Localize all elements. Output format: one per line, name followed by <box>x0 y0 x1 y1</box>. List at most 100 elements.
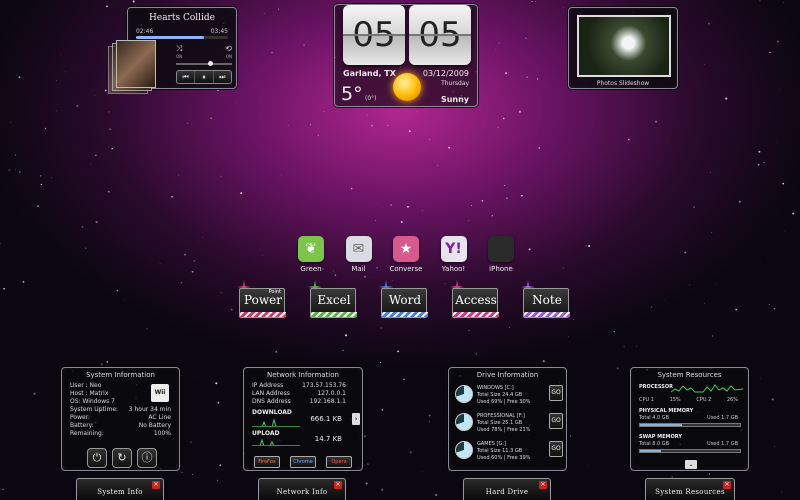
weather-date: 03/12/2009 <box>422 69 469 78</box>
app-converse[interactable]: ★ Converse <box>386 236 426 273</box>
next-arrow-icon[interactable]: › <box>352 413 360 425</box>
converse-icon[interactable]: ★ <box>393 236 419 262</box>
office-access[interactable]: Access <box>450 280 502 322</box>
volume-knob[interactable] <box>207 61 213 66</box>
office-word[interactable]: Word <box>379 280 431 322</box>
weather-temp: 5° <box>341 83 363 105</box>
volume-slider[interactable] <box>176 61 232 66</box>
cpu1-label: CPU 1 <box>639 397 654 403</box>
minute-flip: 05 <box>409 5 471 65</box>
tab-label: Hard Drive <box>485 488 529 496</box>
row-value: AC Line <box>148 414 171 421</box>
app-label: Green <box>300 265 322 273</box>
tab-label: Network Info <box>276 488 328 496</box>
panel-title: System Information <box>86 371 155 379</box>
panel-title: System Resources <box>657 371 722 379</box>
upload-graph <box>252 438 300 446</box>
sun-icon <box>393 73 421 101</box>
next-icon[interactable]: ⏭ <box>214 71 231 83</box>
network-info-row: LAN Address 127.0.0.1 <box>252 390 346 398</box>
app-yahoo[interactable]: Y! Yahoo! <box>434 236 474 273</box>
swap-memory-fill <box>640 450 661 452</box>
mail-icon[interactable]: ✉ <box>345 236 372 262</box>
drive-item: GAMES [G:] Total Size 11.3 GB Used 60% |… <box>455 441 563 465</box>
office-label: Excel <box>317 293 351 307</box>
physical-memory-label: PHYSICAL MEMORY <box>639 408 694 414</box>
system-info-row: User : Neo <box>70 382 171 390</box>
system-information-gadget: System Information Wii User : Neo Host :… <box>61 367 180 471</box>
row-key: User : Neo <box>70 382 102 389</box>
swap-used: Used 1.7 GB <box>707 441 738 447</box>
physical-total: Total 4.0 GB <box>639 415 670 421</box>
close-icon[interactable]: ✕ <box>723 481 731 489</box>
browser-firefox-button[interactable]: FireFox <box>254 456 280 468</box>
iphone-icon[interactable] <box>488 236 514 262</box>
system-info-row: Battery: No Battery <box>70 422 171 430</box>
system-info-row: System Uptime: 3 hour 34 min <box>70 406 171 414</box>
physical-used: Used 1.7 GB <box>707 415 738 421</box>
tab-network-info[interactable]: ✕ Network Info <box>258 478 346 500</box>
app-iphone[interactable]: iPhone <box>481 236 521 273</box>
weather-day: Thursday <box>441 80 469 87</box>
network-info-row: IP Address 173.57.153.76 <box>252 382 346 390</box>
shuffle-state: ON <box>176 54 183 59</box>
close-icon[interactable]: ✕ <box>539 481 547 489</box>
tab-hard-drive[interactable]: ✕ Hard Drive <box>463 478 551 500</box>
power-icon[interactable]: ⏻ <box>87 448 107 468</box>
download-label: DOWNLOAD <box>252 409 292 416</box>
yahoo-icon[interactable]: Y! <box>440 236 467 262</box>
slideshow-photo[interactable] <box>577 15 671 77</box>
office-power[interactable]: Power Point <box>237 280 289 322</box>
drive-used: Used 69% | Free 30% <box>477 399 531 405</box>
swap-total: Total 8.0 GB <box>639 441 670 447</box>
chevron-down-icon[interactable]: ⌄ <box>685 460 697 469</box>
system-resources-gadget: System Resources PROCESSOR CPU 1 15% CPU… <box>630 367 749 471</box>
download-graph <box>252 418 300 427</box>
tab-system-info[interactable]: ✕ System Info <box>76 478 164 500</box>
drive-go-button[interactable]: GO <box>549 385 563 401</box>
office-sublabel: Point <box>268 289 281 295</box>
restart-icon[interactable]: ↻ <box>112 448 132 468</box>
row-value: No Battery <box>138 422 171 429</box>
drive-usage-pie-icon <box>455 413 473 431</box>
office-note[interactable]: Note <box>521 280 573 322</box>
browser-opera-button[interactable]: Opera <box>326 456 352 468</box>
clock-weather-gadget: 05 05 Garland, TX 03/12/2009 Thursday 5°… <box>334 4 478 107</box>
office-excel[interactable]: Excel <box>308 280 360 322</box>
network-information-gadget: Network Information IP Address 173.57.15… <box>243 367 363 471</box>
system-info-row: Remaining: 100% <box>70 430 171 438</box>
app-label: iPhone <box>489 265 513 273</box>
close-icon[interactable]: ✕ <box>152 481 160 489</box>
download-value: 666.1 KB <box>310 415 342 423</box>
app-label: Yahoo! <box>441 265 466 273</box>
row-value: 192.168.1.1 <box>309 398 346 405</box>
close-icon[interactable]: ✕ <box>334 481 342 489</box>
photos-slideshow-gadget[interactable]: Photos Slideshow <box>568 7 678 89</box>
repeat-icon[interactable]: ⟲ <box>225 44 232 54</box>
cpu2-value: 26% <box>726 397 738 403</box>
browser-chrome-button[interactable]: Chrome <box>290 456 316 468</box>
row-value: 3 hour 34 min <box>128 406 171 413</box>
drive-usage-pie-icon <box>455 385 473 403</box>
green-icon[interactable]: ❦ <box>298 236 324 262</box>
app-label: Converse <box>389 265 423 273</box>
drive-item: WINDOWS [C:] Total Size 24.4 GB Used 69%… <box>455 385 563 409</box>
upload-label: UPLOAD <box>252 430 280 437</box>
weather-city: Garland, TX <box>343 69 396 78</box>
drive-name: PROFESSIONAL [F:] <box>477 413 525 419</box>
total-time: 03:45 <box>210 28 228 35</box>
drive-go-button[interactable]: GO <box>549 413 563 429</box>
prev-icon[interactable]: ⏮ <box>177 71 196 83</box>
drive-item: PROFESSIONAL [F:] Total Size 25.1 GB Use… <box>455 413 563 437</box>
drive-used: Used 78% | Free 21% <box>477 427 531 433</box>
app-mail[interactable]: ✉ Mail <box>339 236 379 273</box>
info-icon[interactable]: ⓘ <box>137 448 157 468</box>
row-value: 173.57.153.76 <box>302 382 346 389</box>
pause-icon[interactable]: ⏸ <box>195 71 214 83</box>
tab-system-resources[interactable]: ✕ System Resources <box>645 478 735 500</box>
app-green[interactable]: ❦ Green <box>291 236 331 273</box>
album-art-stack[interactable] <box>108 40 160 98</box>
progress-bar[interactable] <box>136 36 228 39</box>
drive-go-button[interactable]: GO <box>549 441 563 457</box>
shuffle-icon[interactable]: ⤨ <box>176 44 182 54</box>
